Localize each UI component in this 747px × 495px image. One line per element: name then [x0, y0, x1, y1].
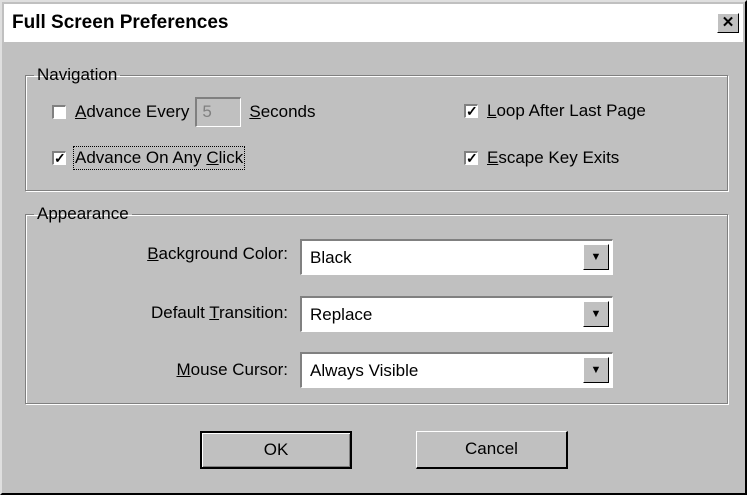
- escape-label: Escape Key Exits: [487, 148, 620, 167]
- escape-key-exits-checkbox[interactable]: ✓ Escape Key Exits: [464, 148, 619, 168]
- chevron-down-icon[interactable]: ▼: [583, 244, 609, 270]
- advance-on-click-checkbox[interactable]: ✓ Advance On Any Click: [52, 146, 246, 170]
- seconds-label: Seconds: [249, 102, 316, 121]
- advance-every-label: Advance Every: [75, 102, 190, 121]
- mouse-cursor-value: Always Visible: [310, 361, 419, 380]
- navigation-legend: Navigation: [37, 65, 118, 84]
- mouse-cursor-select[interactable]: Always Visible ▼: [300, 352, 613, 388]
- default-transition-label: Default Transition:: [150, 303, 288, 322]
- advance-on-click-check-icon[interactable]: ✓: [52, 151, 66, 165]
- chevron-down-icon[interactable]: ▼: [583, 357, 609, 383]
- loop-label: Loop After Last Page: [487, 101, 646, 120]
- loop-after-last-page-checkbox[interactable]: ✓ Loop After Last Page: [464, 101, 646, 121]
- background-color-label: Background Color:: [147, 244, 288, 263]
- background-color-value: Black: [310, 248, 352, 267]
- cancel-button[interactable]: Cancel: [416, 431, 568, 469]
- full-screen-preferences-dialog: Full Screen Preferences ✕ Navigation Adv…: [0, 0, 747, 495]
- default-transition-select[interactable]: Replace ▼: [300, 296, 613, 332]
- appearance-legend: Appearance: [37, 204, 129, 223]
- advance-every-checkbox-box[interactable]: [52, 105, 66, 119]
- mouse-cursor-label: Mouse Cursor:: [176, 360, 289, 379]
- default-transition-value: Replace: [310, 305, 373, 324]
- background-color-select[interactable]: Black ▼: [300, 239, 613, 275]
- advance-every-checkbox[interactable]: Advance Every 5 Seconds: [52, 97, 316, 127]
- close-icon[interactable]: ✕: [717, 13, 739, 33]
- escape-check-icon[interactable]: ✓: [464, 151, 478, 165]
- advance-seconds-field[interactable]: 5: [195, 97, 242, 127]
- title-bar: Full Screen Preferences ✕: [4, 4, 743, 42]
- ok-button[interactable]: OK: [200, 431, 352, 469]
- loop-check-icon[interactable]: ✓: [464, 104, 478, 118]
- dialog-title: Full Screen Preferences: [12, 12, 229, 33]
- navigation-group: Navigation: [25, 65, 728, 191]
- advance-on-click-label: Advance On Any Click: [72, 146, 246, 170]
- chevron-down-icon[interactable]: ▼: [583, 301, 609, 327]
